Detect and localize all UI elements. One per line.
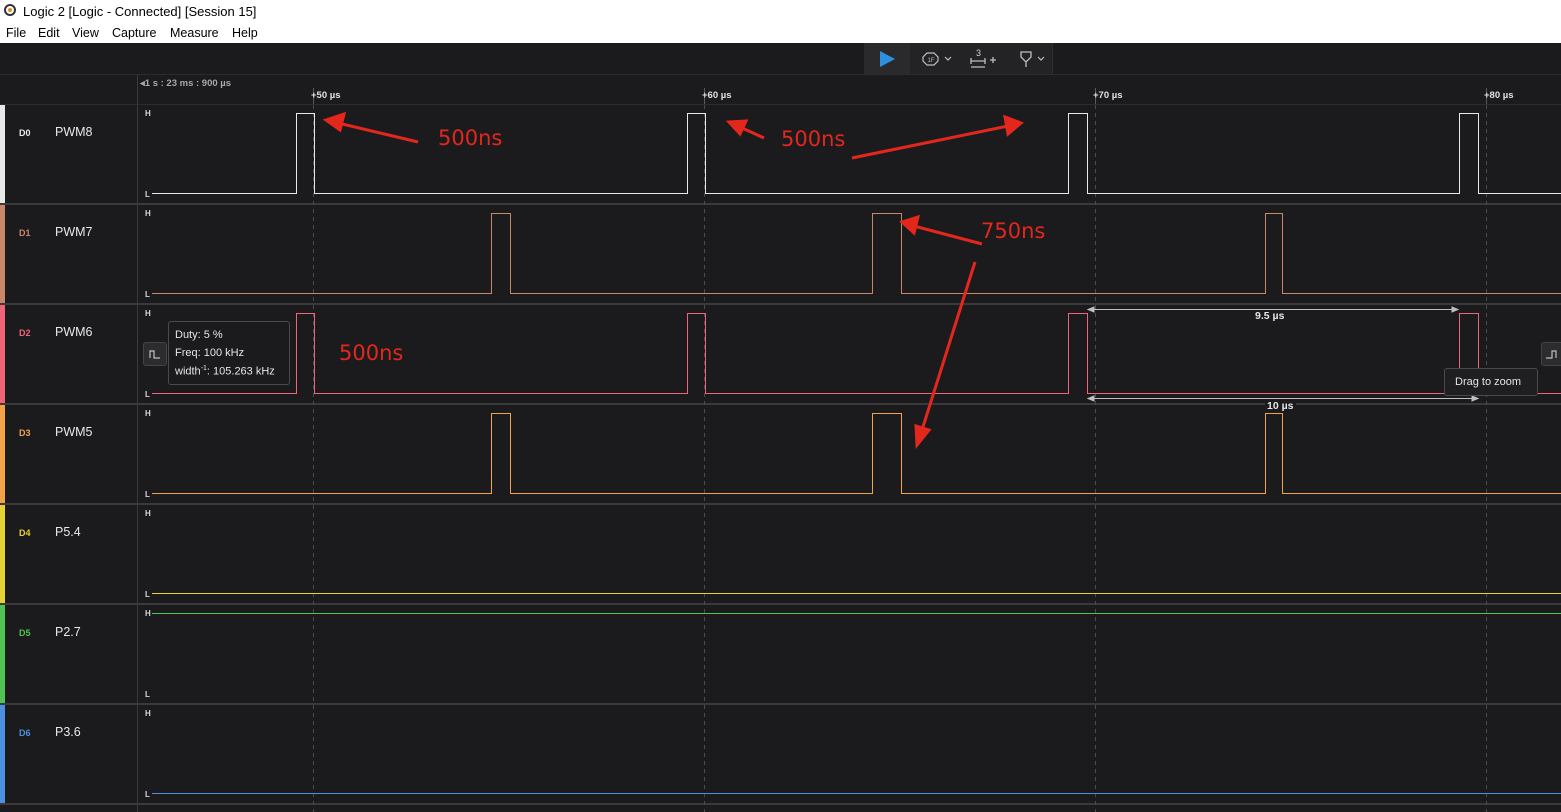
drag-to-zoom-text: Drag to zoom [1455, 376, 1522, 388]
waveform-area[interactable] [0, 0, 1561, 812]
width-reading: : 105.263 kHz [206, 365, 275, 378]
waveform-d0[interactable] [152, 113, 1561, 194]
waveform-d1[interactable] [152, 213, 1561, 294]
duty-value: Duty: 5 % [175, 329, 223, 341]
period-measurement-label: 9.5 µs [1253, 310, 1287, 322]
annotation-d0-second: 500ns [781, 127, 846, 151]
annotation-arrows [322, 111, 1024, 450]
annotation-d2: 500ns [339, 341, 404, 365]
previous-edge-icon [149, 350, 160, 359]
edge-nav-right-button[interactable] [1541, 342, 1561, 366]
width-label: width [175, 365, 201, 378]
drag-to-zoom-tooltip: Drag to zoom [1444, 368, 1538, 396]
next-edge-icon [1546, 350, 1557, 359]
annotation-d0-first: 500ns [438, 126, 503, 150]
grid-lines [313, 105, 1487, 812]
waveform-d3[interactable] [152, 413, 1561, 494]
cycle-measurement-label: 10 µs [1265, 400, 1296, 412]
width-inverse-value: width-1: 105.263 kHz [175, 365, 275, 378]
edge-nav-left-button[interactable] [143, 342, 167, 366]
measurement-tooltip: Duty: 5 % Freq: 100 kHz width-1: 105.263… [168, 321, 290, 385]
annotation-d1: 750ns [981, 219, 1046, 243]
freq-value: Freq: 100 kHz [175, 347, 245, 359]
